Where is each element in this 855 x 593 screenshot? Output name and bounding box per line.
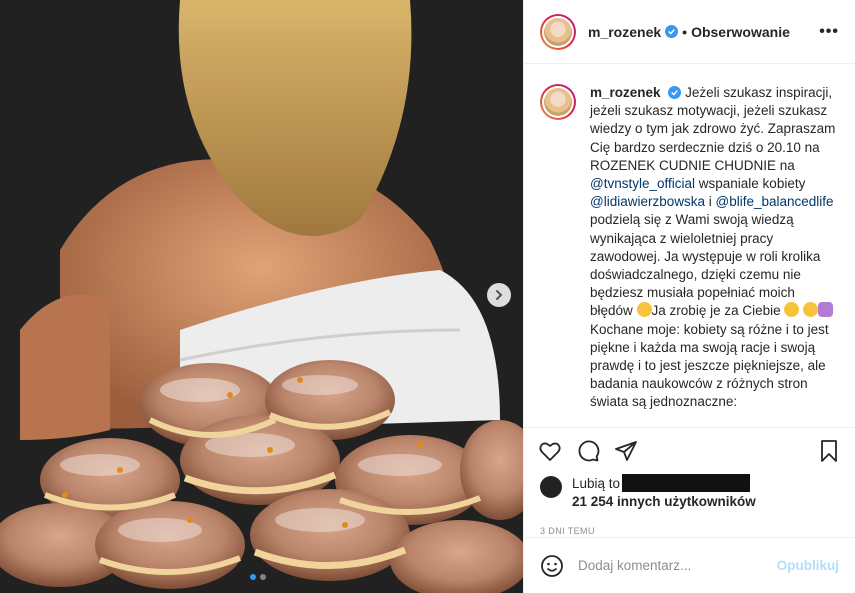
laughing-face-icon [803, 302, 819, 318]
laughing-face-icon [784, 302, 800, 318]
carousel-dot [260, 574, 266, 580]
caption-text-part: Kochane moje: kobiety są różne i to jest… [590, 321, 829, 410]
caption-scroll-area[interactable]: m_rozenek Jeżeli szukasz inspiracji, jeż… [524, 64, 855, 428]
post-media[interactable] [0, 0, 523, 593]
redacted-username [622, 474, 751, 492]
heart-icon[interactable] [538, 439, 562, 463]
comment-icon[interactable] [576, 439, 600, 463]
person-shrugging-icon [818, 302, 834, 318]
next-slide-button[interactable] [487, 283, 511, 307]
username-link[interactable]: m_rozenek [588, 24, 661, 40]
caption-text-part: wspaniale kobiety [695, 176, 806, 192]
bookmark-icon[interactable] [817, 439, 841, 463]
caption-text-part: i [705, 194, 716, 210]
likes-summary: Lubią to 21 254 innych użytkowników [524, 474, 855, 516]
post-sidebar: m_rozenek • Obserwowanie ••• m_rozenek J… [523, 0, 855, 593]
mention-link[interactable]: @blife_balancedlife [716, 194, 834, 209]
post-header: m_rozenek • Obserwowanie ••• [524, 0, 855, 64]
carousel-dot [250, 574, 256, 580]
caption-username[interactable]: m_rozenek [590, 85, 661, 100]
mention-link[interactable]: @tvnstyle_official [590, 176, 695, 191]
follow-status-button[interactable]: Obserwowanie [691, 24, 790, 40]
chevron-right-icon [496, 290, 503, 300]
bullet-separator: • [682, 23, 688, 40]
avatar[interactable] [540, 13, 576, 50]
post-dialog: m_rozenek • Obserwowanie ••• m_rozenek J… [0, 0, 855, 593]
avatar[interactable] [540, 84, 576, 120]
caption: m_rozenek Jeżeli szukasz inspiracji, jeż… [590, 84, 838, 427]
more-options-icon[interactable]: ••• [819, 23, 839, 41]
verified-badge-icon [668, 86, 682, 99]
likes-prefix: Lubią to [572, 476, 621, 491]
action-bar [524, 428, 855, 474]
emoji-icon[interactable] [540, 554, 564, 578]
share-icon[interactable] [614, 439, 638, 463]
post-photo [0, 0, 523, 593]
caption-text-part: Ja zrobię je za Ciebie [651, 303, 785, 319]
avatar[interactable] [540, 476, 562, 498]
comment-input[interactable]: Dodaj komentarz... [578, 558, 777, 573]
likes-count-link[interactable]: 21 254 innych użytkowników [572, 494, 756, 509]
mention-link[interactable]: @lidiawierzbowska [590, 194, 705, 209]
carousel-indicator [250, 574, 266, 580]
verified-badge-icon [665, 25, 679, 38]
grinning-face-icon [636, 302, 652, 318]
comment-form: Dodaj komentarz... Opublikuj [524, 537, 855, 593]
publish-button[interactable]: Opublikuj [777, 558, 839, 573]
